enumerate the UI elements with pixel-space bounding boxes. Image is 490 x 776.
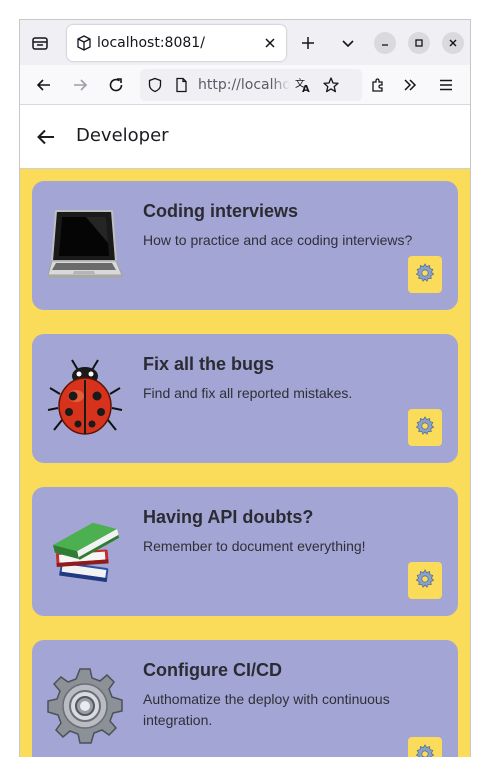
star-icon[interactable]	[320, 74, 342, 96]
navigation-toolbar: http://localhost:8081/ 文A	[20, 65, 470, 105]
books-icon	[46, 509, 124, 593]
card-fix-bugs[interactable]: Fix all the bugs Find and fix all report…	[32, 334, 458, 463]
url-text[interactable]: http://localhost:8081/	[198, 77, 290, 93]
gear-icon	[414, 568, 436, 594]
browser-window: localhost:8081/ http://localh 文 A Develo…	[19, 19, 471, 757]
svg-text:A: A	[302, 84, 310, 94]
card-description: Authomatize the deploy with continuous i…	[143, 691, 390, 728]
card-title: Coding interviews	[143, 201, 299, 221]
card-api-doubts[interactable]: Having API doubts? Remember to document …	[32, 487, 458, 616]
tab-title: localhost:8081/	[97, 35, 205, 51]
close-icon[interactable]	[258, 31, 282, 55]
gear-icon	[414, 262, 436, 288]
tab-strip: localhost:8081/	[20, 20, 470, 65]
ladybug-icon	[46, 356, 124, 440]
card-description: Find and fix all reported mistakes.	[143, 385, 353, 401]
hamburger-icon[interactable]	[434, 73, 458, 97]
card-title: Having API doubts?	[143, 507, 314, 527]
reload-icon[interactable]	[104, 73, 128, 97]
maximize-icon[interactable]	[408, 32, 430, 54]
url-bar[interactable]: http://localhost:8081/ 文A	[140, 69, 362, 101]
page-icon[interactable]	[170, 74, 192, 96]
card-coding-interviews[interactable]: Coding interviews How to practice and ac…	[32, 181, 458, 310]
settings-button[interactable]	[408, 409, 442, 446]
card-title: Fix all the bugs	[143, 354, 275, 374]
arrow-left-icon[interactable]	[32, 73, 56, 97]
page-viewport: Developer Coding interviews How to pract…	[20, 105, 470, 757]
gear-icon	[414, 743, 436, 757]
card-description: Remember to document everything!	[143, 538, 366, 554]
settings-button[interactable]	[408, 256, 442, 293]
settings-button[interactable]	[408, 562, 442, 599]
gear-icon	[414, 415, 436, 441]
card-list: Coding interviews How to practice and ac…	[20, 169, 470, 757]
plus-icon[interactable]	[296, 31, 320, 55]
settings-button[interactable]	[408, 737, 442, 757]
app-bar: Developer	[20, 105, 470, 169]
laptop-icon	[46, 203, 124, 287]
card-description: How to practice and ace coding interview…	[143, 232, 413, 248]
translate-icon[interactable]: 文A	[292, 74, 314, 96]
shield-icon[interactable]	[144, 74, 166, 96]
puzzle-icon[interactable]	[366, 73, 390, 97]
tab-list-icon[interactable]	[28, 31, 52, 55]
double-chevron-icon[interactable]	[398, 73, 422, 97]
page-title: Developer	[76, 125, 169, 146]
close-window-icon[interactable]	[442, 32, 464, 54]
minimize-icon[interactable]	[374, 32, 396, 54]
chevron-down-icon[interactable]	[336, 31, 360, 55]
arrow-left-icon[interactable]	[34, 125, 58, 149]
card-title: Configure CI/CD	[143, 660, 282, 680]
tab-active[interactable]: localhost:8081/	[67, 25, 286, 61]
gear-icon	[46, 662, 124, 746]
arrow-right-icon[interactable]	[68, 73, 92, 97]
page-favicon-icon	[76, 35, 92, 51]
card-ci-cd[interactable]: Configure CI/CD Authomatize the deploy w…	[32, 640, 458, 757]
